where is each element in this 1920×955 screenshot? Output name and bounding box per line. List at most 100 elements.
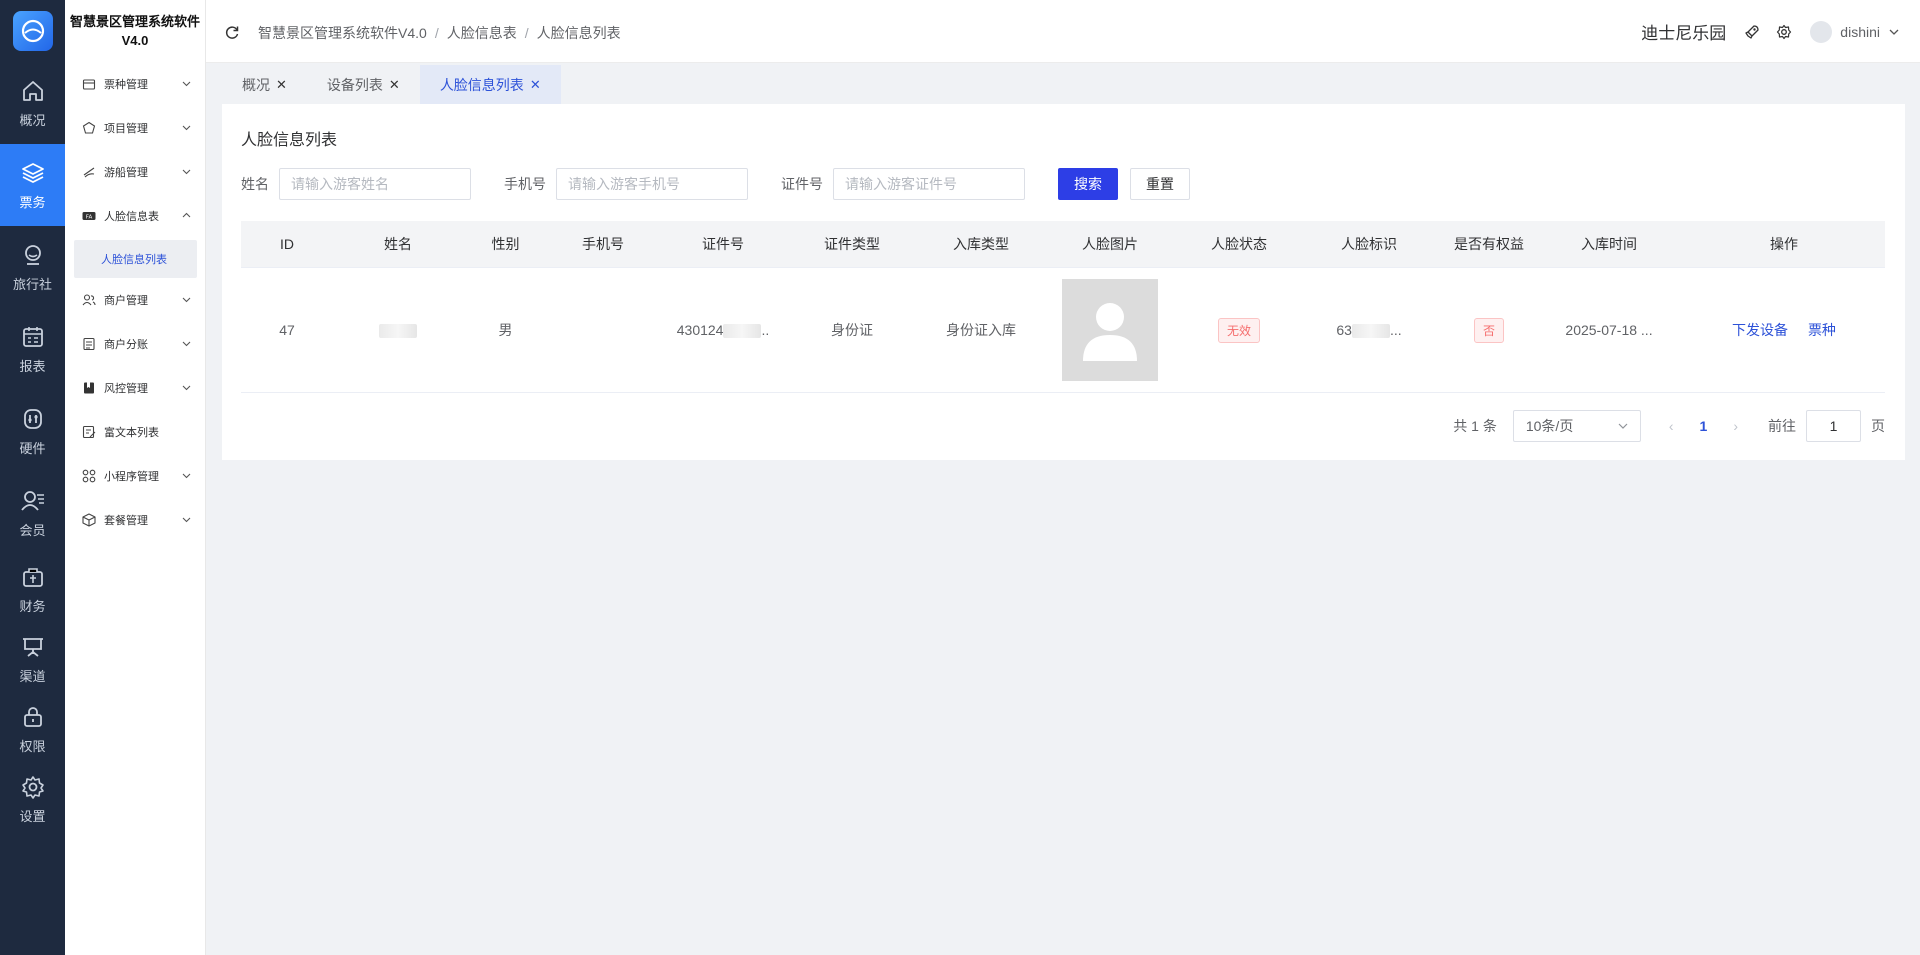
rail-item-label: 会员 — [19, 522, 46, 538]
column-header: 人脸标识 — [1341, 236, 1397, 252]
chevron-down-icon — [182, 81, 191, 87]
phone-label: 手机号 — [504, 176, 546, 192]
column-header: 人脸图片 — [1082, 236, 1138, 252]
sidebar-item-projects[interactable]: 项目管理 — [65, 106, 205, 150]
rail-item-channel[interactable]: 渠道 — [0, 624, 65, 694]
table-row: 47 男 430124.. 身份证 身份证入库 无效 63... 否 2025-… — [241, 268, 1885, 393]
username[interactable]: dishini — [1840, 24, 1880, 40]
tab-device-list[interactable]: 设备列表 ✕ — [307, 65, 420, 104]
ticket-icon — [82, 79, 96, 90]
redacted-text — [1351, 324, 1390, 339]
rail-item-hardware[interactable]: 硬件 — [0, 390, 65, 472]
cell-cert: 430124.. — [676, 321, 770, 339]
sidebar-item-packages[interactable]: 套餐管理 — [65, 498, 205, 542]
page-size-value: 10条/页 — [1525, 418, 1574, 434]
dispatch-device-link[interactable]: 下发设备 — [1732, 322, 1788, 338]
sidebar-item-merchant-split[interactable]: 商户分账 — [65, 322, 205, 366]
project-icon — [82, 121, 96, 134]
sidebar-item-face-info[interactable]: FA 人脸信息表 — [65, 194, 205, 238]
tab-label: 人脸信息列表 — [439, 76, 524, 93]
redacted-text — [723, 324, 762, 339]
cell-sex: 男 — [498, 322, 513, 338]
sidebar-subitem-label: 人脸信息列表 — [101, 254, 167, 266]
book-icon — [84, 382, 94, 394]
column-header: 手机号 — [582, 236, 624, 252]
sidebar-item-label: 商户管理 — [104, 295, 148, 307]
rocket-icon[interactable] — [1744, 24, 1760, 40]
close-icon[interactable]: ✕ — [389, 77, 400, 93]
prev-page-icon[interactable]: ‹ — [1669, 418, 1674, 434]
sidebar-item-mini-program[interactable]: 小程序管理 — [65, 454, 205, 498]
box-icon — [82, 513, 96, 527]
park-name[interactable]: 迪士尼乐园 — [1641, 19, 1726, 44]
cert-input[interactable] — [833, 168, 1025, 200]
breadcrumb-separator: / — [524, 25, 529, 41]
sidebar-subitem-face-list[interactable]: 人脸信息列表 — [74, 240, 197, 278]
column-header: 操作 — [1770, 236, 1798, 252]
document-icon — [83, 337, 95, 351]
column-header: 人脸状态 — [1211, 236, 1267, 252]
sidebar-item-risk-control[interactable]: 风控管理 — [65, 366, 205, 410]
cell-actions: 下发设备 票种 — [1674, 320, 1894, 340]
cell-face-mark: 63... — [1336, 321, 1402, 339]
rail-item-members[interactable]: 会员 — [0, 472, 65, 554]
column-header: 入库时间 — [1581, 236, 1637, 252]
cert-label: 证件号 — [781, 176, 823, 192]
calendar-report-icon — [22, 326, 43, 347]
chevron-down-icon[interactable] — [1888, 26, 1900, 38]
face-image-placeholder[interactable] — [1062, 279, 1158, 381]
hardware-icon — [23, 408, 42, 429]
current-page[interactable]: 1 — [1700, 418, 1708, 434]
cell-face-image — [1046, 279, 1174, 381]
sidebar-item-ticket-types[interactable]: 票种管理 — [65, 62, 205, 106]
chevron-down-icon — [182, 169, 191, 175]
sidebar-item-rich-text[interactable]: 富文本列表 — [65, 410, 205, 454]
reset-button[interactable]: 重置 — [1130, 168, 1190, 200]
chevron-down-icon — [182, 385, 191, 391]
phone-input[interactable] — [556, 168, 748, 200]
column-header: 性别 — [491, 236, 520, 252]
redacted-text — [379, 324, 417, 339]
gear-icon[interactable] — [1776, 24, 1792, 40]
rail-item-permissions[interactable]: 权限 — [0, 694, 65, 764]
rail-item-label: 财务 — [19, 598, 46, 614]
rail-item-agency[interactable]: 旅行社 — [0, 226, 65, 308]
page-title: 人脸信息列表 — [241, 132, 338, 149]
name-input[interactable] — [279, 168, 471, 200]
rail-item-finance[interactable]: 财务 — [0, 554, 65, 624]
refresh-icon[interactable] — [224, 24, 240, 40]
column-header: 证件类型 — [824, 236, 880, 252]
status-badge: 无效 — [1217, 317, 1260, 343]
sidebar-item-merchants[interactable]: 商户管理 — [65, 278, 205, 322]
rail-item-overview[interactable]: 概况 — [0, 62, 65, 144]
breadcrumb-item[interactable]: 智慧景区管理系统软件V4.0 — [258, 25, 427, 41]
rail-item-label: 报表 — [19, 358, 46, 374]
grid-icon — [82, 469, 96, 483]
pagination: 共 1 条 10条/页 ‹ 1 › 前往 页 — [1453, 410, 1885, 442]
rail-item-label: 渠道 — [19, 668, 46, 684]
search-button[interactable]: 搜索 — [1058, 168, 1118, 200]
tab-overview[interactable]: 概况 ✕ — [222, 65, 307, 104]
app-title-line2: V4.0 — [121, 33, 149, 48]
close-icon[interactable]: ✕ — [276, 77, 287, 93]
sidebar-item-boats[interactable]: 游船管理 — [65, 150, 205, 194]
goto-page-input[interactable] — [1806, 410, 1861, 442]
breadcrumb-item[interactable]: 人脸信息表 — [447, 25, 517, 41]
chevron-down-icon — [182, 517, 191, 523]
next-page-icon[interactable]: › — [1733, 418, 1738, 434]
avatar[interactable] — [1810, 20, 1833, 43]
tab-face-list[interactable]: 人脸信息列表 ✕ — [419, 65, 561, 104]
rail-item-tickets[interactable]: 票务 — [0, 144, 65, 226]
cell-has-rights: 否 — [1434, 317, 1544, 343]
close-icon[interactable]: ✕ — [530, 77, 541, 93]
page-size-select[interactable]: 10条/页 — [1512, 410, 1641, 442]
sidebar-item-label: 风控管理 — [104, 383, 148, 395]
rail-item-reports[interactable]: 报表 — [0, 308, 65, 390]
filter-bar: 姓名 手机号 证件号 搜索 重置 — [241, 168, 1190, 200]
name-label: 姓名 — [241, 176, 269, 192]
tab-label: 设备列表 — [326, 76, 383, 93]
rights-badge: 否 — [1473, 317, 1504, 343]
ticket-type-link[interactable]: 票种 — [1808, 322, 1836, 338]
rail-item-settings[interactable]: 设置 — [0, 764, 65, 834]
rail-item-label: 票务 — [19, 194, 46, 210]
